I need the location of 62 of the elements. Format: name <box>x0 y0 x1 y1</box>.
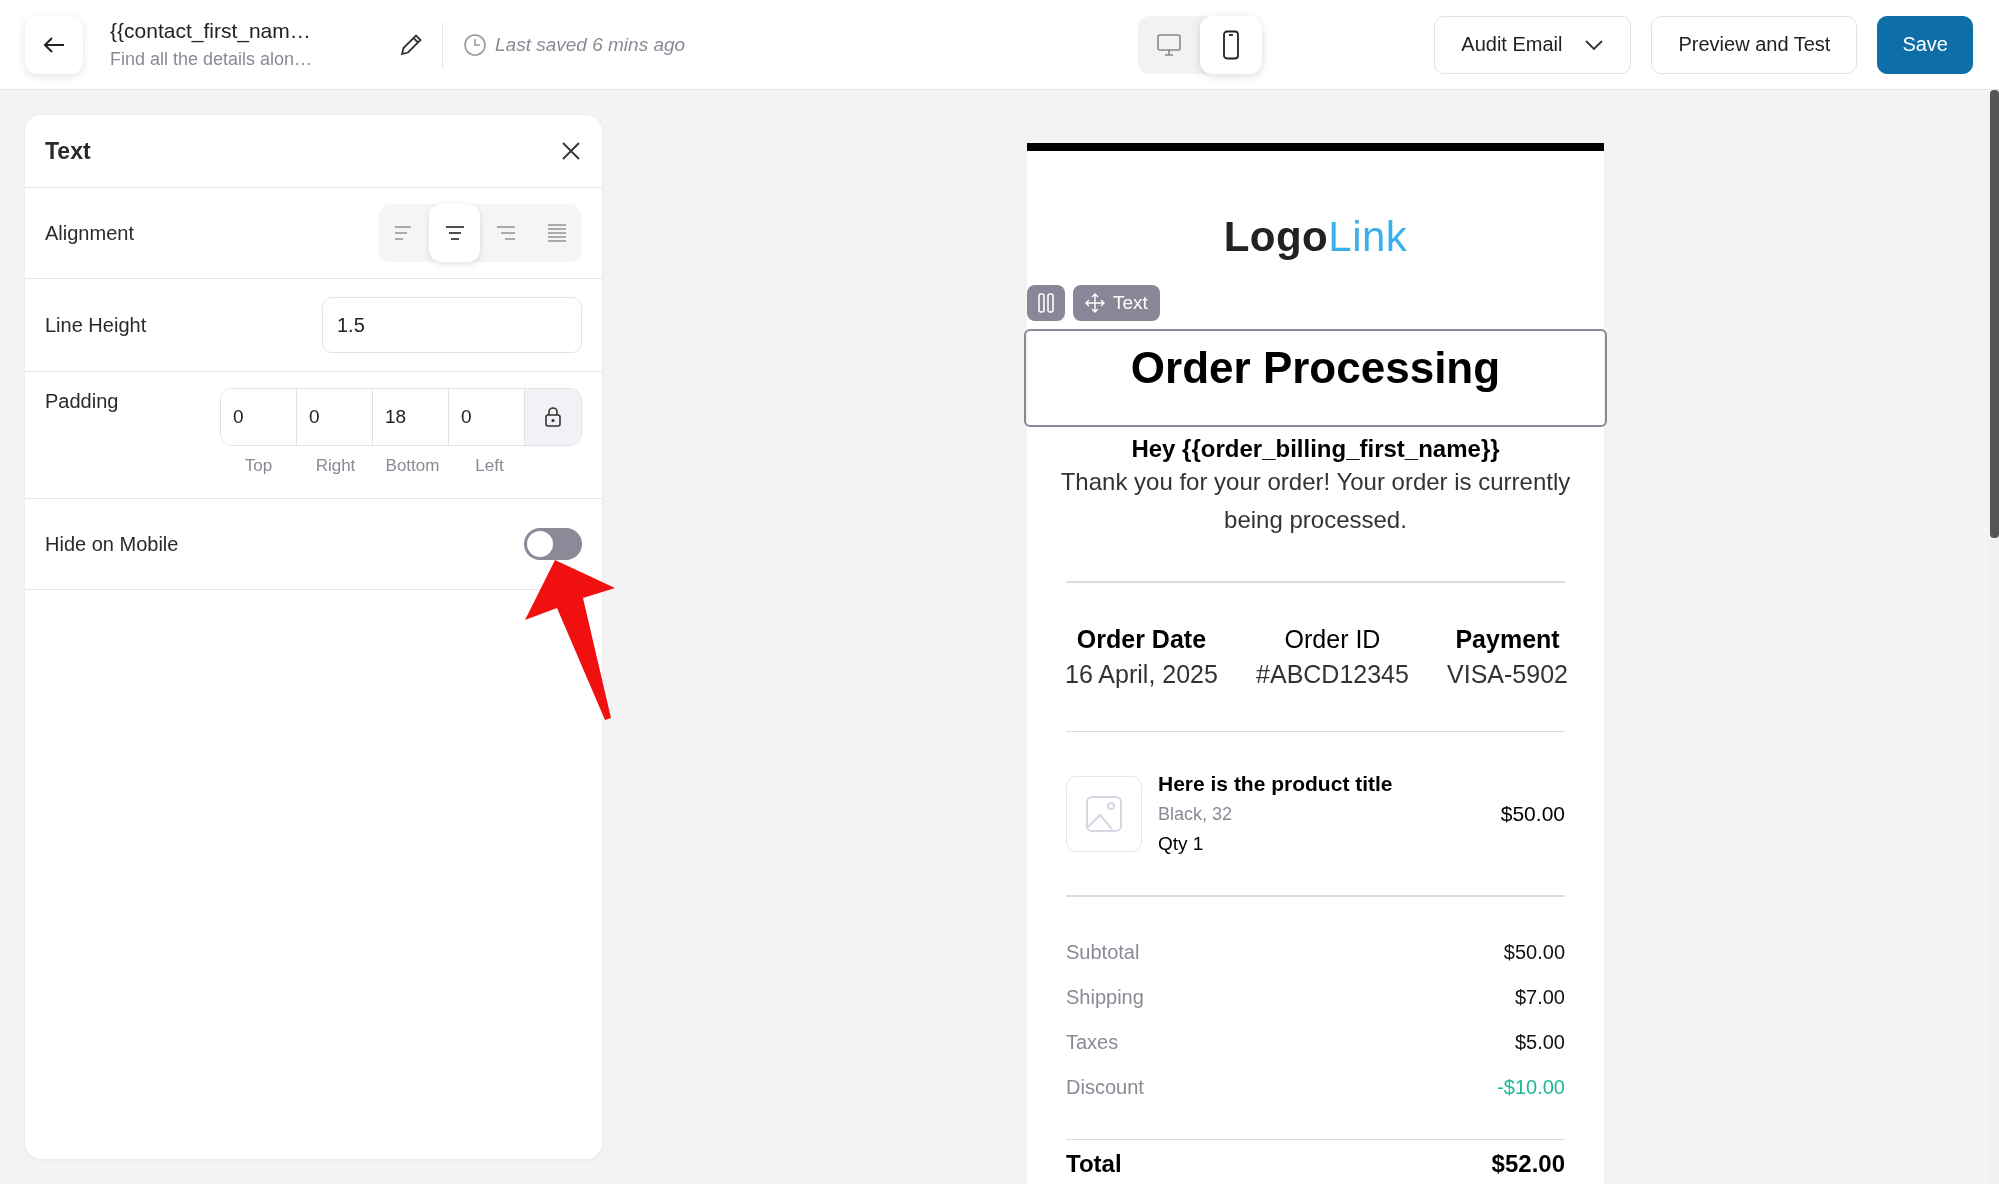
close-icon <box>560 140 582 162</box>
lock-button[interactable] <box>525 389 581 445</box>
order-info-label: Payment <box>1455 624 1560 654</box>
email-heading: Order Processing <box>1130 342 1501 394</box>
padding-side-label: Left <box>474 456 505 476</box>
email-subtitle: Find all the details alon… <box>110 49 314 70</box>
chevron-down-icon <box>1584 38 1605 51</box>
product-variant: Black, 32 <box>1158 804 1234 825</box>
close-button[interactable] <box>560 140 582 162</box>
align-justify-icon <box>545 222 568 244</box>
alignment-label: Alignment <box>45 221 134 245</box>
padding-side-label: Bottom <box>384 456 441 476</box>
back-arrow-icon <box>43 35 65 54</box>
hide-on-mobile-label: Hide on Mobile <box>45 532 179 556</box>
summary-label: Discount <box>1066 1075 1144 1099</box>
padlock-icon <box>544 406 562 428</box>
message-text: Thank you for your order! Your order is currently being processed. <box>1059 467 1572 535</box>
columns-icon <box>1038 293 1054 313</box>
padding-side-label: Right <box>314 456 357 476</box>
back-button[interactable] <box>25 15 83 74</box>
product-price: $50.00 <box>1500 801 1565 826</box>
summary-value: $5.00 <box>1514 1030 1565 1054</box>
order-info-value: #ABCD12345 <box>1256 659 1409 689</box>
scrollbar-thumb[interactable] <box>1990 90 1999 538</box>
padding-input[interactable]: 0 <box>221 389 297 445</box>
logo: LogoLink <box>1222 213 1409 261</box>
order-info-label: Order Date <box>1076 624 1207 654</box>
hide-on-mobile-toggle[interactable] <box>524 528 582 560</box>
phone-icon <box>1222 29 1241 60</box>
last-saved-text: Last saved 6 mins ago <box>495 33 686 56</box>
line-height-label: Line Height <box>45 313 147 337</box>
audit-dropdown[interactable]: Audit Email <box>1434 15 1632 74</box>
padding-label: Padding <box>45 390 119 413</box>
panel-title: Text <box>45 137 91 165</box>
product-quantity: Qty 1 <box>1158 833 1205 855</box>
align-center-button[interactable] <box>429 204 480 262</box>
clock-icon <box>463 32 487 57</box>
summary-value: $7.00 <box>1514 985 1565 1009</box>
monitor-icon <box>1156 32 1183 57</box>
selected-text-block[interactable]: Order Processing <box>1024 329 1607 427</box>
mobile-view-toggle[interactable] <box>1200 15 1263 74</box>
greeting-text: Hey {{order_billing_first_name}} <box>1130 435 1501 463</box>
order-info-value: VISA-5902 <box>1447 659 1568 689</box>
product-title: Here is the product title <box>1158 772 1394 796</box>
move-icon <box>1085 293 1105 313</box>
columns-handle[interactable] <box>1027 285 1065 321</box>
image-icon <box>1085 794 1123 833</box>
summary-value: -$10.00 <box>1497 1075 1565 1099</box>
line-height-input[interactable]: 1.5 <box>322 297 582 353</box>
summary-label: Subtotal <box>1066 940 1140 964</box>
total-label: Total <box>1066 1150 1122 1178</box>
total-value: $52.00 <box>1491 1150 1565 1178</box>
order-info-label: Order ID <box>1284 624 1381 654</box>
email-title: {{contact_first_nam… <box>110 19 312 43</box>
order-info-value: 16 April, 2025 <box>1065 659 1218 689</box>
summary-value: $50.00 <box>1503 940 1565 964</box>
text-block-handle[interactable]: Text <box>1073 285 1160 321</box>
preview-button[interactable]: Preview and Test <box>1651 15 1858 74</box>
padding-side-label: Top <box>243 456 274 476</box>
save-button[interactable]: Save <box>1877 15 1973 74</box>
summary-label: Taxes <box>1066 1030 1119 1054</box>
summary-label: Shipping <box>1066 985 1144 1009</box>
